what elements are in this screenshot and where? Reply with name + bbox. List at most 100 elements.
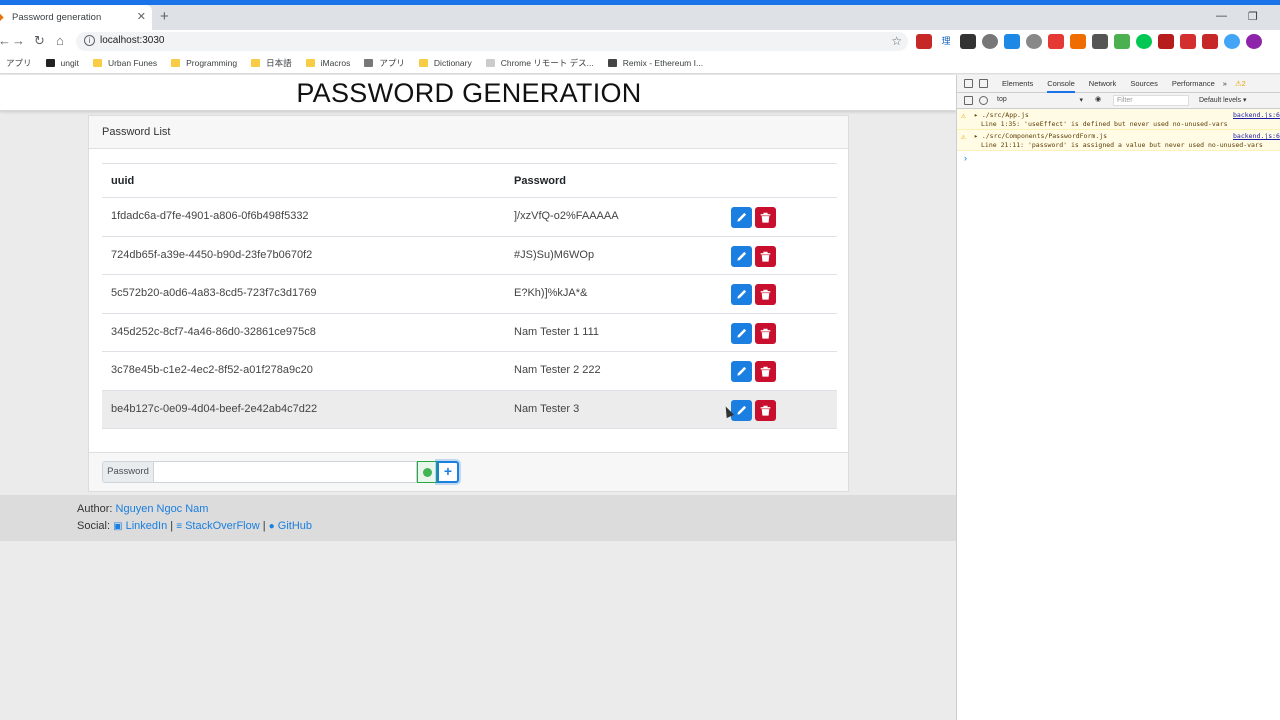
back-icon[interactable]: ← [0, 34, 11, 48]
edit-button[interactable] [731, 399, 752, 421]
extension-icon[interactable] [1202, 34, 1218, 49]
minimize-icon[interactable]: — [1216, 10, 1227, 22]
bookmark-folder[interactable]: Dictionary [418, 58, 472, 68]
bookmark-folder[interactable]: iMacros [305, 58, 350, 68]
bookmark-item[interactable]: Chrome リモート デス... [485, 57, 594, 69]
password-cell: Nam Tester 1 111 [514, 325, 599, 338]
folder-icon [92, 59, 102, 67]
bookmark-folder[interactable]: Urban Funes [92, 58, 157, 68]
stackoverflow-link[interactable]: StackOverFlow [185, 520, 260, 532]
devtools-tab-network[interactable]: Network [1089, 79, 1117, 88]
card-footer: Password + [89, 452, 848, 491]
sidebar-toggle-icon[interactable] [964, 96, 973, 105]
extension-icon[interactable] [1048, 34, 1064, 49]
close-tab-icon[interactable]: ✕ [137, 11, 146, 23]
generate-icon [422, 467, 432, 477]
bookmark-folder[interactable]: 日本語 [251, 57, 292, 69]
extension-icon[interactable] [960, 34, 976, 49]
generate-password-button[interactable] [417, 461, 437, 483]
bookmark-item[interactable]: アプリ [6, 57, 32, 69]
pencil-icon [736, 405, 747, 416]
bookmark-apps[interactable]: アプリ [364, 57, 405, 69]
delete-button[interactable] [755, 361, 776, 382]
linkedin-link[interactable]: LinkedIn [126, 520, 168, 532]
extension-icon[interactable] [1158, 34, 1174, 49]
author-link[interactable]: Nguyen Ngoc Nam [116, 503, 209, 515]
delete-button[interactable] [755, 207, 776, 228]
address-bar[interactable]: i localhost:3030 ☆ [76, 32, 908, 51]
bookmarks-bar: アプリ ungit Urban Funes Programming 日本語 iM… [0, 53, 1280, 74]
browser-tab[interactable]: ◆ Password generation ✕ [0, 5, 152, 30]
password-input[interactable] [154, 461, 417, 483]
extension-icon[interactable] [982, 34, 998, 49]
filter-input[interactable]: Filter [1113, 95, 1189, 106]
page-title: PASSWORD GENERATION [296, 78, 642, 108]
eye-icon[interactable]: ◉ [1095, 95, 1101, 103]
delete-button[interactable] [755, 245, 776, 267]
edit-button[interactable] [731, 322, 752, 344]
inspect-icon[interactable] [964, 79, 973, 88]
bookmark-star-icon[interactable]: ☆ [891, 34, 902, 48]
linkedin-icon: ▣ [113, 521, 123, 532]
extension-icon[interactable] [1114, 34, 1130, 49]
delete-button[interactable] [755, 399, 776, 421]
restore-icon[interactable]: ❐ [1248, 10, 1258, 23]
password-form: Password + [102, 461, 459, 483]
profile-avatar[interactable] [1246, 34, 1262, 49]
reload-icon[interactable]: ↻ [34, 34, 45, 48]
table-row: 724db65f-a39e-4450-b90d-23fe7b0670f2 #JS)… [102, 237, 837, 275]
bookmark-folder[interactable]: Programming [171, 58, 237, 68]
password-table: uuid Password 1fdadc6a-d7fe-4901-a806-0f… [102, 163, 837, 429]
warning-source-link[interactable]: backend.js:6 [1233, 132, 1280, 140]
folder-icon [251, 59, 261, 67]
edit-button[interactable] [731, 207, 752, 228]
devtools-tab-elements[interactable]: Elements [1002, 79, 1033, 88]
separator: | [170, 520, 174, 532]
folder-icon [171, 59, 181, 67]
extension-icon[interactable] [1004, 34, 1020, 49]
edit-button[interactable] [731, 245, 752, 267]
extension-icon[interactable] [1224, 34, 1240, 49]
edit-button[interactable] [731, 284, 752, 305]
warning-count-badge[interactable]: ⚠2 [1235, 79, 1246, 88]
delete-button[interactable] [755, 322, 776, 344]
context-select[interactable]: top ▾ [997, 96, 1083, 106]
devtools-tab-performance[interactable]: Performance [1172, 79, 1215, 88]
card-header: Password List [89, 116, 848, 149]
site-info-icon[interactable]: i [84, 35, 95, 46]
more-tabs-icon[interactable]: » [1223, 79, 1227, 88]
delete-button[interactable] [755, 284, 776, 305]
password-cell: E?Kh)]%kJA*& [514, 287, 588, 299]
edit-button[interactable] [731, 361, 752, 382]
trash-icon [760, 212, 771, 223]
extension-icon[interactable] [916, 34, 932, 49]
table-header-row: uuid Password [102, 163, 837, 198]
new-tab-icon[interactable]: + [160, 9, 169, 25]
device-toolbar-icon[interactable] [979, 79, 988, 88]
extension-icon[interactable] [1026, 34, 1042, 49]
console-prompt[interactable]: › [964, 153, 1280, 163]
bookmark-item[interactable]: Remix - Ethereum I... [607, 58, 703, 68]
extension-icon[interactable] [1136, 34, 1152, 49]
clear-console-icon[interactable] [979, 96, 988, 105]
devtools-tab-sources[interactable]: Sources [1130, 79, 1158, 88]
password-cell: ]/xzVfQ-o2%FAAAAA [514, 210, 619, 222]
console-warning: ⚠ ▸ ./src/Components/PasswordForm.js Lin… [957, 130, 1280, 151]
devtools-tabbar: Elements Console Network Sources Perform… [957, 75, 1280, 93]
warning-source-link[interactable]: backend.js:6 [1233, 111, 1280, 119]
forward-icon[interactable]: → [12, 34, 25, 48]
uuid-cell: 3c78e45b-c1e2-4ec2-8f52-a01f278a9c20 [111, 364, 313, 376]
github-link[interactable]: GitHub [278, 520, 312, 532]
extension-icon[interactable] [1092, 34, 1108, 49]
bookmark-item[interactable]: ungit [45, 58, 79, 68]
extension-icon[interactable] [1070, 34, 1086, 49]
password-label: Password [102, 461, 154, 483]
extension-icon[interactable] [1180, 34, 1196, 49]
levels-dropdown[interactable]: Default levels ▾ [1199, 96, 1246, 104]
add-password-button[interactable]: + [437, 461, 459, 483]
extension-icon[interactable]: 理 [938, 34, 954, 49]
devtools-tab-console[interactable]: Console [1047, 75, 1075, 93]
remix-icon [607, 59, 617, 67]
home-icon[interactable]: ⌂ [56, 34, 64, 48]
app-viewport: PASSWORD GENERATION Password List uuid P… [0, 75, 956, 720]
